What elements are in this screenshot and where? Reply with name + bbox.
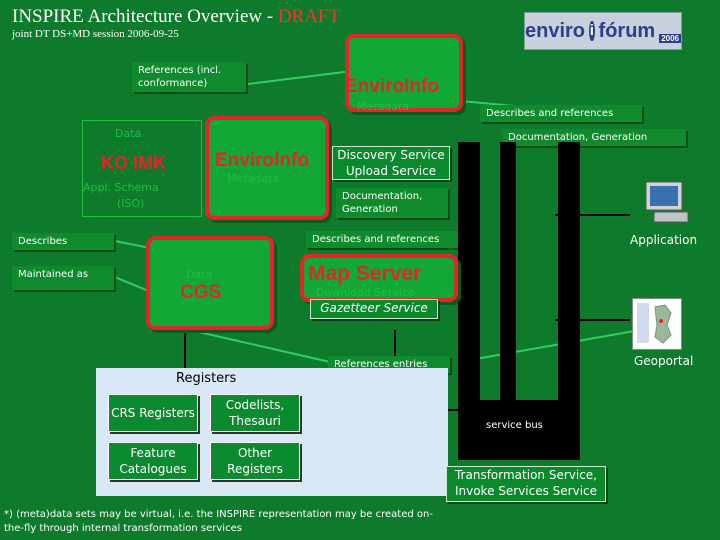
- ko-imk-node: Data KO IMK Appl. Schema (ISO): [82, 120, 202, 217]
- register-codelists: Codelists, Thesauri: [210, 394, 300, 432]
- map-server-label: Map Server: [308, 262, 422, 285]
- transformation-invoke-service: Transformation Service, Invoke Services …: [446, 466, 606, 502]
- invoke-service-label: Invoke Services Service: [454, 484, 598, 498]
- callout-documentation-generation-top: Documentation, Generation: [502, 129, 686, 146]
- discovery-service-label: Discovery Service: [337, 148, 445, 162]
- connector: [189, 329, 331, 363]
- ko-imk-ghost-schema: Appl. Schema: [83, 181, 159, 194]
- registers-panel: Registers CRS Registers Codelists, Thesa…: [96, 368, 448, 496]
- callout-describes-references-top: Describes and references: [480, 105, 642, 122]
- geoportal-label: Geoportal: [634, 354, 694, 368]
- envirinfo-ghost-mid: Metadata: [227, 172, 280, 185]
- registers-title: Registers: [176, 371, 237, 386]
- register-crs: CRS Registers: [108, 394, 198, 432]
- cgs-label: CGS: [180, 282, 222, 303]
- map-server-node: Map Server Download Service: [300, 254, 458, 302]
- ko-imk-ghost-iso: (ISO): [117, 197, 145, 210]
- discovery-upload-service: Discovery Service Upload Service: [332, 146, 450, 180]
- application-label: Application: [630, 233, 698, 247]
- service-bus-label: service bus: [486, 420, 543, 431]
- service-bus-bar-left: [458, 142, 480, 460]
- envirinfo-label-mid: EnviroInfo: [215, 150, 309, 171]
- ko-imk-ghost-data: Data: [115, 127, 142, 140]
- transformation-service-label: Transformation Service,: [454, 468, 597, 482]
- connector: [469, 329, 641, 361]
- cgs-node: CGS Data: [146, 236, 274, 330]
- register-feature-catalogues: Feature Catalogues: [108, 442, 198, 480]
- geoportal-screenshot-icon: [632, 298, 682, 350]
- callout-describes-references-mid: Describes and references: [306, 231, 458, 248]
- callout-describes: Describes: [12, 233, 114, 250]
- callout-documentation-generation-mid: Documentation, Generation: [336, 188, 448, 218]
- footnote: *) (meta)data sets may be virtual, i.e. …: [4, 509, 433, 534]
- gazetteer-service: Gazetteer Service: [310, 299, 438, 319]
- ko-imk-label: KO IMK: [101, 153, 166, 173]
- envirinfo-sub-top: Metadata: [357, 100, 410, 113]
- application-computer-icon: [640, 180, 689, 223]
- map-server-ghost: Download Service: [316, 286, 415, 299]
- register-other: Other Registers: [210, 442, 300, 480]
- service-bus-bar-right: [558, 142, 580, 460]
- callout-references: References (incl. conformance): [132, 62, 246, 92]
- envirinfo-label-top: EnviroInfo: [345, 76, 439, 97]
- callout-maintained-as: Maintained as: [12, 266, 114, 290]
- envirinfo-mid-node: EnviroInfo Metadata: [205, 116, 329, 220]
- upload-service-label: Upload Service: [345, 164, 437, 178]
- envirinfo-metadata-node: EnviroInfo Metadata: [345, 34, 463, 113]
- cgs-ghost: Data: [186, 268, 213, 281]
